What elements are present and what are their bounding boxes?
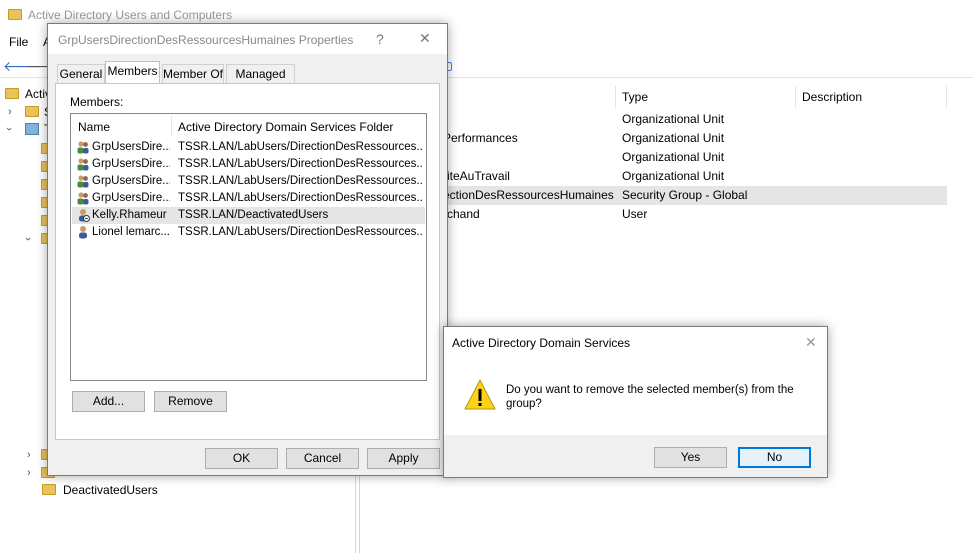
domain-icon [25,123,39,135]
members-tab-panel: Members: Name Active Directory Domain Se… [55,83,440,440]
ad-root-icon [5,88,19,99]
list-row[interactable]: Organizational Unit [360,110,947,129]
column-header-folder[interactable]: Active Directory Domain Services Folder [178,120,393,134]
user-icon [79,226,87,239]
ok-button[interactable]: OK [205,448,278,469]
list-row[interactable]: rchand User [360,205,947,224]
warning-icon [464,378,496,410]
confirm-footer: Yes No [444,435,827,477]
folder-icon [25,106,39,117]
row-type: User [622,207,648,221]
member-folder: TSSR.LAN/LabUsers/DirectionDesRessources… [178,158,423,170]
confirm-title: Active Directory Domain Services [452,336,631,350]
row-type: Security Group - Global [622,188,748,202]
member-name: GrpUsersDire... [92,158,170,170]
member-folder: TSSR.LAN/LabUsers/DirectionDesRessources… [178,141,423,153]
chevron-right-icon[interactable]: › [27,449,31,461]
list-row[interactable]: t Organizational Unit [360,148,947,167]
chevron-right-icon[interactable]: › [8,106,12,118]
member-row-selected[interactable]: Kelly.Rhameur TSSR.LAN/DeactivatedUsers [72,207,425,224]
add-button[interactable]: Add... [72,391,145,412]
tab-general[interactable]: General [57,64,105,83]
group-icon [77,158,89,171]
members-list[interactable]: Name Active Directory Domain Services Fo… [70,113,427,381]
back-arrow-icon[interactable]: 🡐 [3,58,41,74]
row-name: ectionDesRessourcesHumaines [443,188,614,202]
tab-members[interactable]: Members [105,61,160,84]
column-header-name[interactable]: Name [78,120,110,134]
forward-arrow-icon[interactable]: 🡒 [25,58,63,74]
member-name: GrpUsersDire... [92,175,170,187]
column-header-description[interactable]: Description [802,90,862,104]
no-button[interactable]: No [738,447,811,468]
list-row-selected[interactable]: ectionDesRessourcesHumaines Security Gro… [360,186,947,205]
member-row[interactable]: Lionel lemarc... TSSR.LAN/LabUsers/Direc… [72,224,425,241]
column-separator[interactable] [615,86,616,108]
row-type: Organizational Unit [622,150,725,164]
member-folder: TSSR.LAN/DeactivatedUsers [178,209,329,221]
window-title: Active Directory Users and Computers [28,8,233,22]
confirm-dialog: Active Directory Domain Services ✕ Do yo… [443,326,828,478]
member-row[interactable]: GrpUsersDire... TSSR.LAN/LabUsers/Direct… [72,190,425,207]
close-icon[interactable]: ✕ [805,334,817,351]
member-name: Lionel lemarc... [92,226,170,238]
chevron-down-icon[interactable]: › [22,237,34,241]
menu-file[interactable]: File [9,35,28,49]
member-name: GrpUsersDire... [92,141,170,153]
apply-button[interactable]: Apply [367,448,440,469]
tab-member-of[interactable]: Member Of [162,64,224,83]
column-separator[interactable] [795,86,796,108]
confirm-message-line2: group? [506,398,542,410]
list-row[interactable]: riteAuTravail Organizational Unit [360,167,947,186]
member-row[interactable]: GrpUsersDire... TSSR.LAN/LabUsers/Direct… [72,173,425,190]
disabled-user-icon [79,209,90,222]
member-folder: TSSR.LAN/LabUsers/DirectionDesRessources… [178,226,423,238]
row-type: Organizational Unit [622,112,725,126]
member-row[interactable]: GrpUsersDire... TSSR.LAN/LabUsers/Direct… [72,156,425,173]
row-name: riteAuTravail [443,169,510,183]
member-row[interactable]: GrpUsersDire... TSSR.LAN/LabUsers/Direct… [72,139,425,156]
properties-title: GrpUsersDirectionDesRessourcesHumaines P… [58,33,354,47]
chevron-down-icon[interactable]: › [3,127,15,131]
group-icon [77,175,89,188]
row-name: rchand [443,207,480,221]
chevron-right-icon[interactable]: › [27,467,31,479]
row-type: Organizational Unit [622,169,725,183]
confirm-message-line1: Do you want to remove the selected membe… [506,384,794,396]
tree-item-deactivated-users[interactable]: DeactivatedUsers [63,483,158,497]
member-name: GrpUsersDire... [92,192,170,204]
help-button[interactable]: ? [376,31,384,47]
folder-icon [42,484,56,495]
properties-dialog: GrpUsersDirectionDesRessourcesHumaines P… [47,23,448,476]
cancel-button[interactable]: Cancel [286,448,359,469]
yes-button[interactable]: Yes [654,447,727,468]
column-separator[interactable] [946,86,947,108]
member-folder: TSSR.LAN/LabUsers/DirectionDesRessources… [178,192,423,204]
tab-managed-by[interactable]: Managed By [226,64,295,99]
member-name: Kelly.Rhameur [92,209,167,221]
folder-app-icon [8,9,22,20]
properties-titlebar: GrpUsersDirectionDesRessourcesHumaines P… [48,24,447,54]
column-header-type[interactable]: Type [622,90,648,104]
group-icon [77,141,89,154]
row-type: Organizational Unit [622,131,725,145]
close-icon[interactable]: ✕ [419,30,431,47]
group-icon [77,192,89,205]
column-separator[interactable] [171,116,172,136]
remove-button[interactable]: Remove [154,391,227,412]
members-label: Members: [70,95,124,109]
list-row[interactable]: Performances Organizational Unit [360,129,947,148]
member-folder: TSSR.LAN/LabUsers/DirectionDesRessources… [178,175,423,187]
row-name: Performances [443,131,518,145]
